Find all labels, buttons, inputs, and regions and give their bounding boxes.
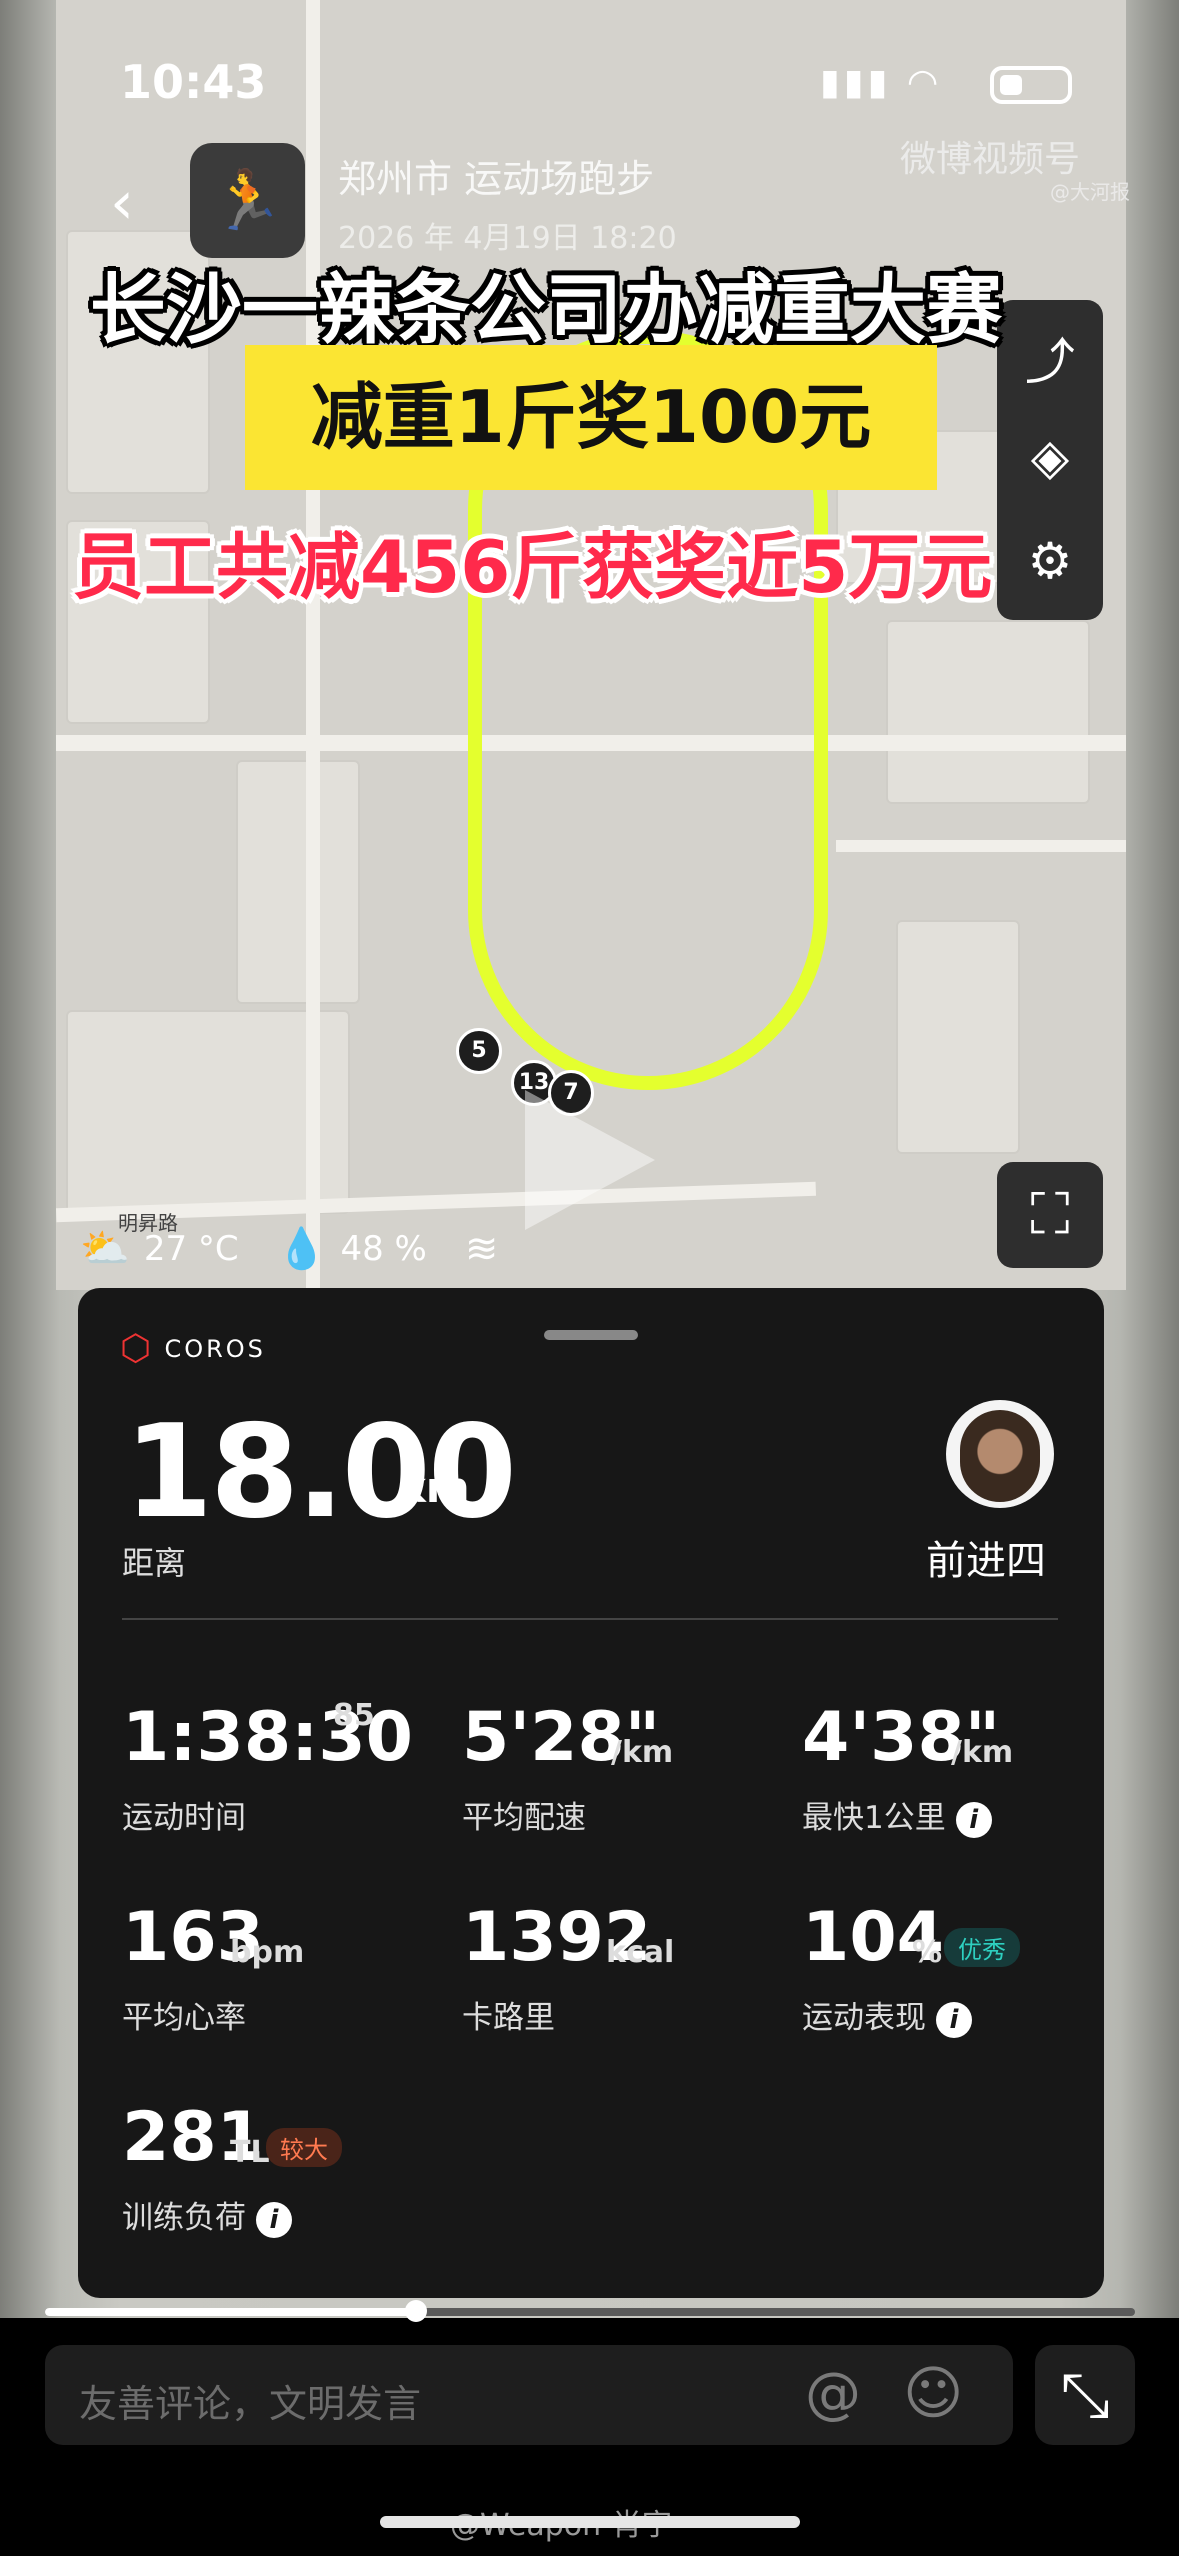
calories-label: 卡路里 xyxy=(462,2000,555,2036)
source-watermark: @大河报 xyxy=(1050,180,1130,204)
info-icon[interactable]: i xyxy=(936,2001,972,2038)
fastest-km-unit: /km xyxy=(951,1735,1014,1770)
back-arrow-icon[interactable]: ‹ xyxy=(110,168,134,238)
calories-unit: kcal xyxy=(606,1935,675,1970)
distance-label: 距离 xyxy=(122,1544,187,1582)
map-block xyxy=(886,620,1090,804)
workout-card: ⬡ COROS 18.00 km 距离 前进四 1:38:30 85 运动时间 5… xyxy=(78,1288,1104,2298)
map-tools-panel: ⤴ ◈ ⚙ xyxy=(997,300,1103,620)
video-progress-knob[interactable] xyxy=(404,2300,427,2322)
performance-unit: % xyxy=(912,1935,943,1970)
caption-headline: 长沙一辣条公司办减重大赛 xyxy=(90,265,1002,354)
settings-icon[interactable]: ⚙ xyxy=(997,532,1103,590)
performance-label: 运动表现 i xyxy=(802,1992,972,2038)
map-road xyxy=(836,840,1126,852)
weather-row: ⛅ 27 °C 💧 48 % ≋ xyxy=(80,1225,499,1273)
avatar[interactable] xyxy=(946,1400,1054,1508)
activity-title: 郑州市 运动场跑步 xyxy=(338,157,655,201)
weibo-watermark: 微博视频号 xyxy=(900,139,1081,180)
humidity-icon: 💧 xyxy=(276,1226,327,1272)
video-frame[interactable]: 5 13 7 明昇路 10:43 ▮▮▮ ◠ 微博视频号 @大河报 ‹ 🏃 郑州… xyxy=(0,0,1179,2318)
status-time: 10:43 xyxy=(120,55,267,109)
training-load-unit: TL xyxy=(230,2135,270,2170)
video-progress-fill xyxy=(45,2308,416,2316)
signal-wifi-icon: ▮▮▮ ◠ xyxy=(820,62,943,103)
humidity: 48 % xyxy=(340,1228,427,1269)
map-road xyxy=(306,0,320,1290)
battery-icon xyxy=(990,66,1072,104)
training-load-badge: 较大 xyxy=(266,2128,342,2167)
coros-logo: ⬡ COROS xyxy=(120,1328,266,1369)
avg-pace-unit: /km xyxy=(611,1735,674,1770)
wind-icon: ≋ xyxy=(464,1225,499,1272)
mention-icon[interactable]: @ xyxy=(805,2361,861,2426)
avg-pace-label: 平均配速 xyxy=(462,1800,586,1836)
comment-input[interactable]: 友善评论，文明发言 @ ☺ xyxy=(45,2345,1013,2445)
drag-handle[interactable] xyxy=(544,1330,638,1340)
duration-sub: 85 xyxy=(333,1698,375,1733)
duration-label: 运动时间 xyxy=(122,1800,246,1836)
share-icon[interactable]: ⤴ xyxy=(997,322,1103,394)
training-load-label: 训练负荷 i xyxy=(122,2192,292,2238)
avg-hr-unit: bpm xyxy=(230,1935,305,1970)
play-icon[interactable] xyxy=(525,1090,655,1230)
info-icon[interactable]: i xyxy=(955,1801,992,1838)
distance-unit: km xyxy=(398,1463,470,1512)
km-marker: 5 xyxy=(456,1028,502,1074)
home-indicator[interactable] xyxy=(380,2516,800,2528)
avg-hr-label: 平均心率 xyxy=(122,2000,246,2036)
comment-placeholder: 友善评论，文明发言 xyxy=(79,2382,422,2426)
performance-badge: 优秀 xyxy=(944,1928,1020,1967)
caption-reward: 减重1斤奖100元 xyxy=(245,345,937,490)
exit-fullscreen-button[interactable]: ⤡ xyxy=(1035,2345,1135,2445)
map-block xyxy=(896,920,1020,1154)
map-block xyxy=(236,760,360,1004)
caption-result: 员工共减456斤获奖近5万元 xyxy=(72,525,993,609)
divider xyxy=(122,1618,1058,1620)
running-app-icon: 🏃 xyxy=(190,143,305,258)
fullscreen-button[interactable]: ⛶ xyxy=(997,1162,1103,1268)
layers-icon[interactable]: ◈ xyxy=(997,428,1103,486)
temperature: 27 °C xyxy=(143,1228,239,1269)
emoji-icon[interactable]: ☺ xyxy=(903,2359,963,2427)
user-name: 前进四 xyxy=(926,1538,1046,1584)
fastest-km-label: 最快1公里 i xyxy=(802,1792,992,1838)
info-icon[interactable]: i xyxy=(256,2201,292,2238)
cloud-sun-icon: ⛅ xyxy=(80,1226,130,1272)
